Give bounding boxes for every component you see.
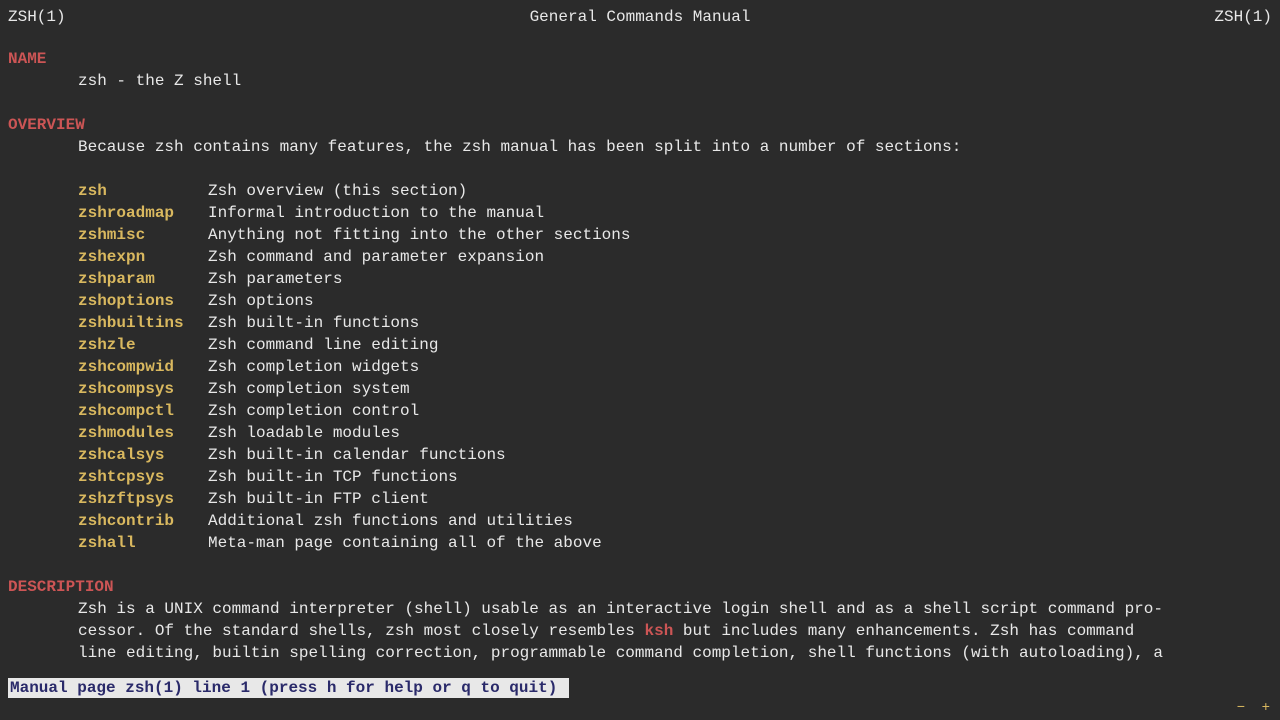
man-section-desc: Informal introduction to the manual: [208, 202, 544, 224]
section-description: DESCRIPTION: [8, 576, 1272, 598]
overview-item: zshoptionsZsh options: [8, 290, 1272, 312]
overview-item: zshmodulesZsh loadable modules: [8, 422, 1272, 444]
overview-item: zshroadmapInformal introduction to the m…: [8, 202, 1272, 224]
man-section-desc: Zsh built-in FTP client: [208, 488, 429, 510]
overview-item: zshallMeta-man page containing all of th…: [8, 532, 1272, 554]
man-section-name: zsh: [78, 180, 208, 202]
man-section-desc: Zsh command line editing: [208, 334, 438, 356]
desc-line2b: but includes many enhancements. Zsh has …: [673, 622, 1134, 640]
man-section-desc: Zsh options: [208, 290, 314, 312]
man-section-name: zshroadmap: [78, 202, 208, 224]
name-line: zsh - the Z shell: [8, 70, 1272, 92]
man-section-desc: Meta-man page containing all of the abov…: [208, 532, 602, 554]
overview-item: zshzftpsysZsh built-in FTP client: [8, 488, 1272, 510]
man-section-name: zshcalsys: [78, 444, 208, 466]
cursor-icon: [559, 678, 569, 698]
header-left: ZSH(1): [8, 8, 66, 26]
header-right: ZSH(1): [1214, 8, 1272, 26]
section-name: NAME: [8, 48, 1272, 70]
man-section-desc: Zsh parameters: [208, 268, 342, 290]
desc-line3: line editing, builtin spelling correctio…: [8, 642, 1272, 664]
overview-item: zshzleZsh command line editing: [8, 334, 1272, 356]
man-section-name: zshzle: [78, 334, 208, 356]
man-section-desc: Zsh overview (this section): [208, 180, 467, 202]
overview-item: zshcontribAdditional zsh functions and u…: [8, 510, 1272, 532]
man-section-name: zshcompsys: [78, 378, 208, 400]
minus-icon[interactable]: −: [1237, 700, 1245, 716]
overview-item: zshcalsysZsh built-in calendar functions: [8, 444, 1272, 466]
status-line[interactable]: Manual page zsh(1) line 1 (press h for h…: [8, 678, 1272, 698]
man-section-name: zshcompwid: [78, 356, 208, 378]
man-section-name: zshbuiltins: [78, 312, 208, 334]
man-section-desc: Zsh built-in TCP functions: [208, 466, 458, 488]
man-section-desc: Zsh loadable modules: [208, 422, 400, 444]
man-section-name: zshmisc: [78, 224, 208, 246]
overview-item: zshparamZsh parameters: [8, 268, 1272, 290]
man-section-name: zshoptions: [78, 290, 208, 312]
man-section-desc: Zsh built-in functions: [208, 312, 419, 334]
desc-line2: cessor. Of the standard shells, zsh most…: [8, 620, 1272, 642]
overview-item: zshcompwidZsh completion widgets: [8, 356, 1272, 378]
man-section-desc: Additional zsh functions and utilities: [208, 510, 573, 532]
man-section-name: zshall: [78, 532, 208, 554]
overview-intro: Because zsh contains many features, the …: [8, 136, 1272, 158]
man-section-desc: Zsh completion system: [208, 378, 410, 400]
man-section-name: zshparam: [78, 268, 208, 290]
man-section-desc: Zsh command and parameter expansion: [208, 246, 544, 268]
section-overview: OVERVIEW: [8, 114, 1272, 136]
man-section-name: zshzftpsys: [78, 488, 208, 510]
man-header: ZSH(1) General Commands Manual ZSH(1): [8, 8, 1272, 26]
ksh-ref: ksh: [645, 622, 674, 640]
overview-item: zshexpnZsh command and parameter expansi…: [8, 246, 1272, 268]
overview-item: zshZsh overview (this section): [8, 180, 1272, 202]
man-section-name: zshcompctl: [78, 400, 208, 422]
man-section-desc: Zsh completion control: [208, 400, 419, 422]
man-section-name: zshexpn: [78, 246, 208, 268]
man-section-desc: Zsh built-in calendar functions: [208, 444, 506, 466]
desc-line2a: cessor. Of the standard shells, zsh most…: [78, 622, 645, 640]
man-section-name: zshmodules: [78, 422, 208, 444]
overview-items: zshZsh overview (this section)zshroadmap…: [8, 180, 1272, 554]
man-section-name: zshcontrib: [78, 510, 208, 532]
status-text: Manual page zsh(1) line 1 (press h for h…: [8, 678, 559, 698]
header-center: General Commands Manual: [66, 8, 1215, 26]
man-section-name: zshtcpsys: [78, 466, 208, 488]
man-section-desc: Zsh completion widgets: [208, 356, 419, 378]
overview-item: zshcompsysZsh completion system: [8, 378, 1272, 400]
overview-item: zshmiscAnything not fitting into the oth…: [8, 224, 1272, 246]
zoom-controls: − +: [1229, 700, 1270, 716]
overview-item: zshbuiltinsZsh built-in functions: [8, 312, 1272, 334]
plus-icon[interactable]: +: [1262, 700, 1270, 716]
overview-item: zshtcpsysZsh built-in TCP functions: [8, 466, 1272, 488]
man-section-desc: Anything not fitting into the other sect…: [208, 224, 630, 246]
desc-line1: Zsh is a UNIX command interpreter (shell…: [8, 598, 1272, 620]
overview-item: zshcompctlZsh completion control: [8, 400, 1272, 422]
